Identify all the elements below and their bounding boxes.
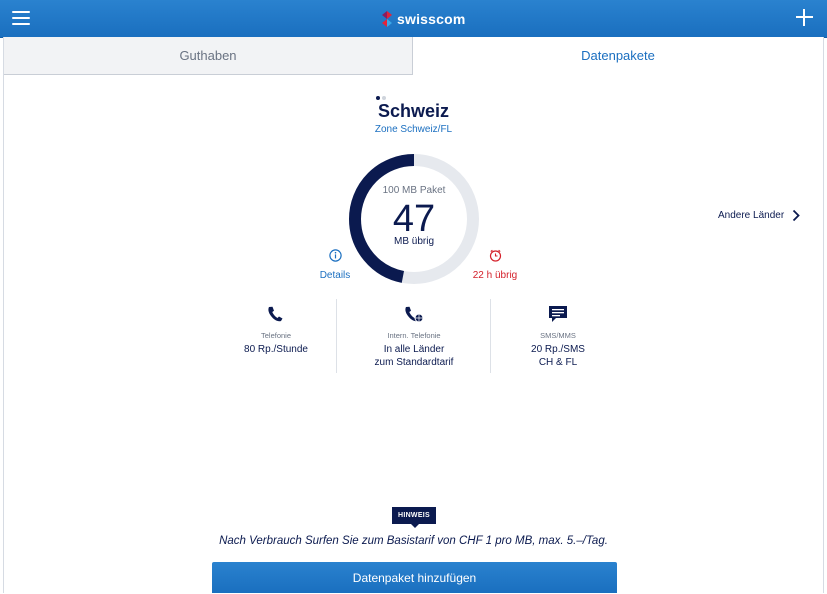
tab-datenpakete[interactable]: Datenpakete — [413, 37, 823, 75]
feature-value-line: CH & FL — [538, 357, 578, 368]
feature-value-line: In alle Länder — [383, 344, 445, 355]
feature-intern-telefonie: Intern. Telefonie In alle Länder zum Sta… — [338, 303, 490, 369]
package-size-label: 100 MB Paket — [382, 185, 446, 196]
remaining-unit: MB übrig — [393, 236, 434, 247]
app-header: swisscom — [0, 0, 827, 38]
divider — [490, 299, 491, 373]
swisscom-logo: swisscom — [380, 9, 466, 29]
details-link[interactable]: Details — [310, 249, 360, 281]
feature-title: Intern. Telefonie — [387, 331, 441, 340]
menu-icon[interactable] — [12, 11, 30, 26]
feature-value: In alle Länder zum Standardtarif — [338, 343, 490, 369]
tab-bar: Guthaben Datenpakete — [4, 37, 823, 75]
hint-badge: HINWEIS — [392, 507, 436, 528]
sms-icon — [549, 306, 567, 322]
zone-subtitle: Zone Schweiz/FL — [374, 124, 453, 135]
phone-icon — [268, 306, 283, 322]
feature-sms-mms: SMS/MMS 20 Rp./SMS CH & FL — [492, 303, 624, 369]
clock-icon — [489, 249, 501, 262]
hint-text: Nach Verbrauch Surfen Sie zum Basistarif… — [219, 535, 608, 547]
feature-value-line: zum Standardtarif — [374, 357, 454, 368]
feature-value-line: 20 Rp./SMS — [531, 344, 585, 355]
intl-phone-icon — [405, 306, 424, 323]
add-datapackage-button[interactable]: Datenpaket hinzufügen — [212, 562, 617, 593]
plus-icon[interactable] — [796, 9, 813, 26]
info-icon — [328, 249, 342, 262]
chevron-right-icon — [793, 209, 800, 221]
feature-telefonie: Telefonie 80 Rp./Stunde — [216, 303, 336, 356]
feature-value-line: 80 Rp./Stunde — [244, 344, 308, 355]
country-title: Schweiz — [377, 101, 450, 121]
pager-dot-1[interactable] — [376, 96, 380, 100]
swisscom-logo-icon — [382, 11, 392, 27]
feature-value: 80 Rp./Stunde — [216, 343, 336, 356]
feature-title: SMS/MMS — [540, 331, 576, 340]
other-countries-link[interactable]: Andere Länder — [718, 207, 800, 223]
feature-value: 20 Rp./SMS CH & FL — [492, 343, 624, 369]
feature-title: Telefonie — [260, 331, 292, 340]
other-countries-label: Andere Länder — [718, 209, 785, 221]
remaining-value: 47 — [392, 198, 436, 240]
divider — [336, 299, 337, 373]
tab-guthaben[interactable]: Guthaben — [4, 37, 413, 75]
content-frame: Guthaben Datenpakete Schweiz Zone Schwei… — [3, 37, 824, 593]
time-remaining: 22 h übrig — [462, 249, 528, 281]
details-label: Details — [319, 270, 351, 281]
time-remaining-label: 22 h übrig — [472, 270, 518, 281]
pager-dot-2[interactable] — [382, 96, 386, 100]
brand-name: swisscom — [397, 11, 466, 27]
